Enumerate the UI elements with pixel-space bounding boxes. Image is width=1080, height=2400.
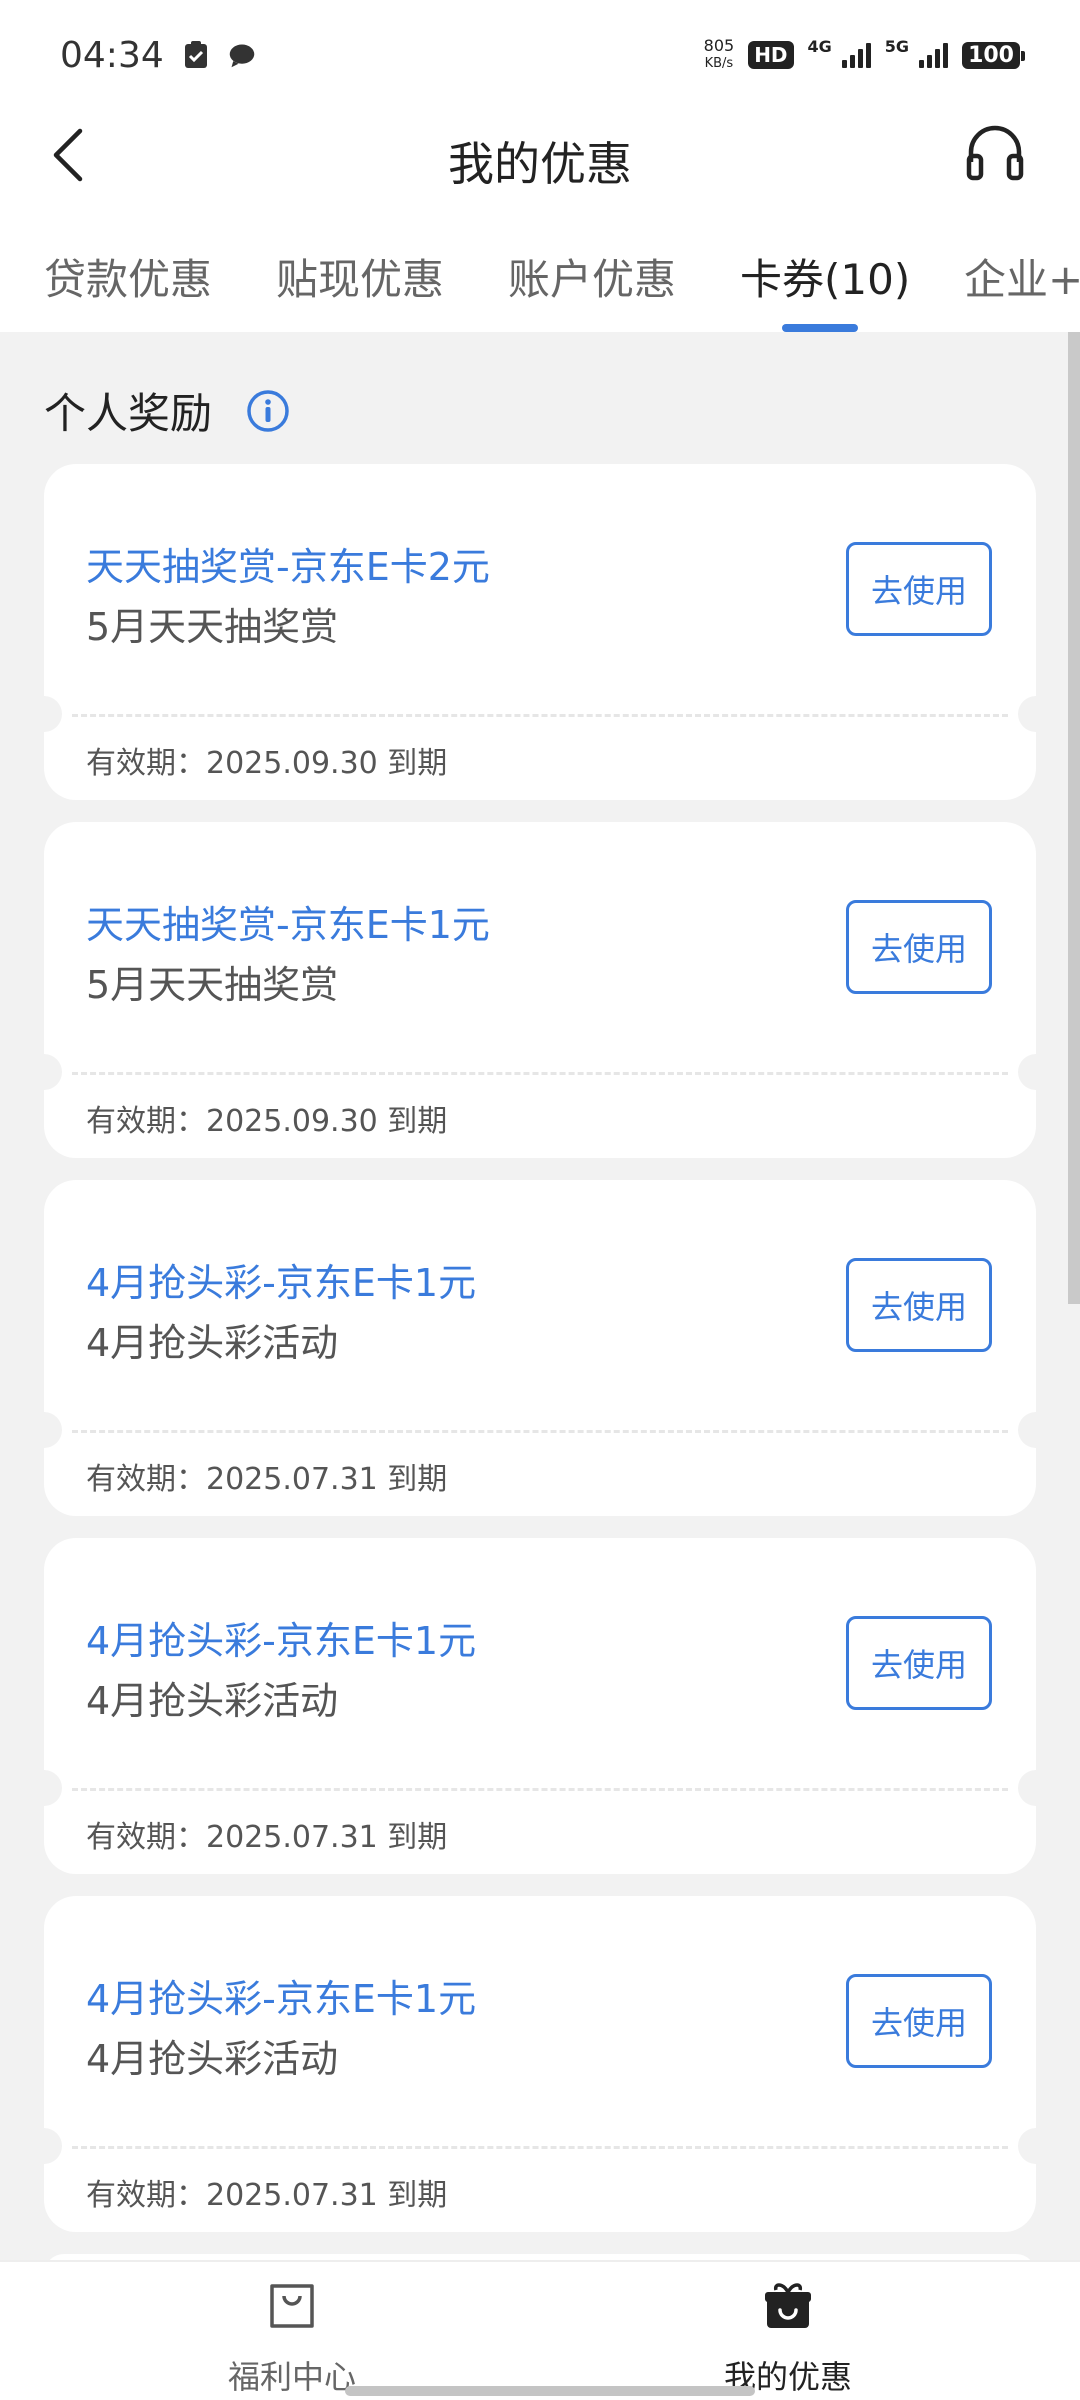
coupon-subtitle: 4月抢头彩活动 bbox=[86, 1321, 339, 1365]
tab-discount-offers[interactable]: 贴现优惠 bbox=[276, 246, 444, 307]
shopping-bag-icon bbox=[270, 2284, 314, 2328]
coupon-card: 4月抢头彩-京东E卡1元 4月抢头彩活动 去使用 有效期：2025.07.31 … bbox=[44, 1538, 1036, 1874]
status-time: 04:34 bbox=[60, 34, 164, 76]
message-bubble-icon bbox=[229, 44, 254, 68]
coupon-subtitle: 5月天天抽奖赏 bbox=[86, 963, 339, 1007]
ticket-notch bbox=[44, 1054, 62, 1090]
coupon-title: 4月抢头彩-京东E卡1元 bbox=[86, 1977, 477, 2021]
section-header: 个人奖励 bbox=[44, 380, 290, 441]
use-coupon-button[interactable]: 去使用 bbox=[846, 1258, 992, 1352]
coupon-title: 天天抽奖赏-京东E卡1元 bbox=[86, 903, 490, 947]
ticket-notch bbox=[1018, 696, 1036, 732]
tab-cards-coupons[interactable]: 卡券(10) bbox=[740, 246, 910, 307]
coupon-card: 天天抽奖赏-京东E卡1元 5月天天抽奖赏 去使用 有效期：2025.09.30 … bbox=[44, 822, 1036, 1158]
network-speed: 805 KB/s bbox=[704, 37, 735, 73]
sim2-network-type: 5G bbox=[884, 37, 910, 56]
ticket-notch bbox=[44, 1412, 62, 1448]
section-title: 个人奖励 bbox=[44, 389, 213, 438]
coupon-validity: 有效期：2025.09.30 到期 bbox=[86, 1104, 448, 1139]
app-screen: 04:34 805 KB/s HD 4G 5G 100 我的优惠 贷款优惠 贴现… bbox=[0, 0, 1080, 2400]
page-title: 我的优惠 bbox=[448, 137, 632, 191]
coupon-validity: 有效期：2025.07.31 到期 bbox=[86, 2178, 448, 2213]
sim1-network-type: 4G bbox=[807, 37, 832, 56]
coupon-subtitle: 5月天天抽奖赏 bbox=[86, 605, 339, 649]
ticket-divider bbox=[72, 2146, 1008, 2149]
home-indicator[interactable] bbox=[345, 2386, 755, 2396]
info-icon[interactable] bbox=[246, 389, 290, 433]
use-coupon-button[interactable]: 去使用 bbox=[846, 900, 992, 994]
coupon-subtitle: 4月抢头彩活动 bbox=[86, 1679, 339, 1723]
coupon-validity: 有效期：2025.07.31 到期 bbox=[86, 1820, 448, 1855]
sim1-signal-icon bbox=[841, 42, 871, 68]
coupon-list-area[interactable]: 个人奖励 天天抽奖赏-京东E卡2元 5月天天抽奖赏 去使用 有效期：2025.0… bbox=[0, 332, 1080, 2260]
use-coupon-button[interactable]: 去使用 bbox=[846, 1616, 992, 1710]
sim2-signal-icon bbox=[919, 42, 949, 68]
tab-loan-discount[interactable]: 贷款优惠 bbox=[44, 246, 212, 307]
ticket-notch bbox=[44, 2128, 62, 2164]
ticket-notch bbox=[44, 1770, 62, 1806]
top-app-bar: 我的优惠 bbox=[0, 110, 1080, 200]
ticket-divider bbox=[72, 1072, 1008, 1075]
active-tab-indicator bbox=[782, 324, 858, 332]
ticket-notch bbox=[1018, 1770, 1036, 1806]
scrollbar-thumb[interactable] bbox=[1068, 332, 1080, 1304]
ticket-divider bbox=[72, 1430, 1008, 1433]
ticket-divider bbox=[72, 1788, 1008, 1791]
battery-icon: 100 bbox=[962, 41, 1025, 69]
coupon-validity: 有效期：2025.09.30 到期 bbox=[86, 746, 448, 781]
coupon-card: 4月抢头彩-京东E卡1元 4月抢头彩活动 去使用 有效期：2025.07.31 … bbox=[44, 1180, 1036, 1516]
ticket-divider bbox=[72, 714, 1008, 717]
coupon-card: 4月抢头彩-京东E卡1元 4月抢头彩活动 去使用 有效期：2025.07.31 … bbox=[44, 1896, 1036, 2232]
coupon-card: 天天抽奖赏-京东E卡2元 5月天天抽奖赏 去使用 有效期：2025.09.30 … bbox=[44, 464, 1036, 800]
gift-icon bbox=[765, 2283, 811, 2328]
nav-item-my-offers[interactable]: 我的优惠 bbox=[638, 2262, 938, 2400]
status-left: 04:34 bbox=[60, 35, 256, 76]
ticket-notch bbox=[1018, 1412, 1036, 1448]
ticket-notch bbox=[1018, 1054, 1036, 1090]
tab-account-offers[interactable]: 账户优惠 bbox=[508, 246, 676, 307]
status-right: 805 KB/s HD 4G 5G 100 bbox=[704, 37, 1025, 73]
headset-icon bbox=[966, 125, 1024, 181]
use-coupon-button[interactable]: 去使用 bbox=[846, 1974, 992, 2068]
coupon-category-tabs: 贷款优惠 贴现优惠 账户优惠 卡券(10) 企业+ bbox=[0, 200, 1080, 332]
coupon-title: 4月抢头彩-京东E卡1元 bbox=[86, 1619, 477, 1663]
net-speed-unit: KB/s bbox=[704, 56, 734, 71]
status-bar: 04:34 805 KB/s HD 4G 5G 100 bbox=[0, 0, 1080, 110]
ticket-notch bbox=[44, 696, 62, 732]
hd-voice-badge: HD bbox=[748, 41, 794, 69]
coupon-subtitle: 4月抢头彩活动 bbox=[86, 2037, 339, 2081]
customer-service-button[interactable] bbox=[960, 118, 1030, 188]
ticket-notch bbox=[1018, 2128, 1036, 2164]
nav-item-welfare-center[interactable]: 福利中心 bbox=[142, 2262, 442, 2400]
use-coupon-button[interactable]: 去使用 bbox=[846, 542, 992, 636]
coupon-title: 天天抽奖赏-京东E卡2元 bbox=[86, 545, 490, 589]
scrollbar[interactable] bbox=[1068, 332, 1080, 2260]
bottom-navigation: 福利中心 我的优惠 bbox=[0, 2260, 1080, 2400]
net-speed-value: 805 bbox=[703, 36, 735, 55]
coupon-validity: 有效期：2025.07.31 到期 bbox=[86, 1462, 448, 1497]
coupon-title: 4月抢头彩-京东E卡1元 bbox=[86, 1261, 477, 1305]
task-check-icon bbox=[184, 41, 207, 68]
tab-enterprise[interactable]: 企业+ bbox=[964, 246, 1080, 307]
